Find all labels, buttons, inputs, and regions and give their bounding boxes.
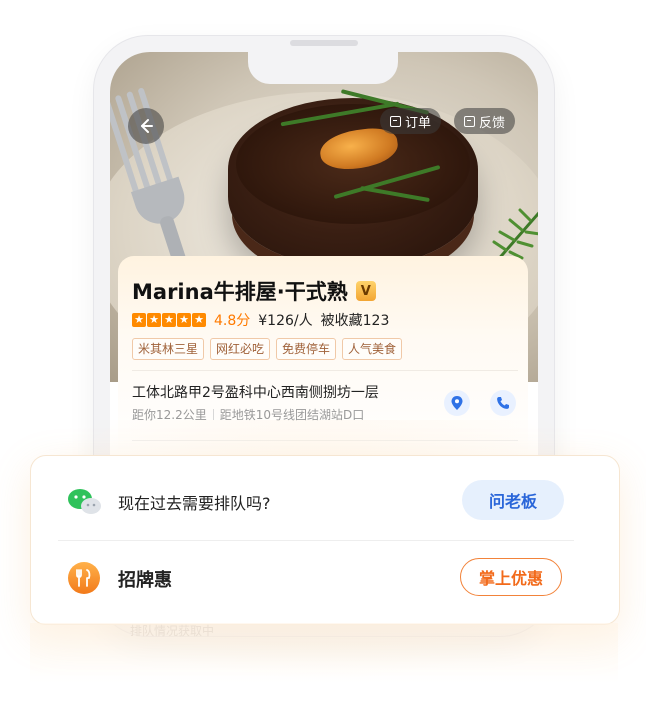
ghost-text: 排队情况获取中 <box>130 624 215 638</box>
restaurant-name: Marina牛排屋·干式熟 <box>132 280 348 304</box>
star-icon: ★ <box>147 313 161 327</box>
bottom-fade <box>30 623 618 683</box>
star-icon: ★ <box>177 313 191 327</box>
mobile-offer-button[interactable]: 掌上优惠 <box>460 558 562 596</box>
tag: 人气美食 <box>342 338 403 360</box>
order-button[interactable]: 订单 <box>380 108 442 134</box>
restaurant-title: Marina牛排屋·干式熟 V <box>132 276 376 306</box>
feedback-button[interactable]: 反馈 <box>454 108 516 134</box>
queue-question: 现在过去需要排队吗? <box>118 494 271 513</box>
rating-stars: ★ ★ ★ ★ ★ <box>132 313 206 327</box>
tag-list: 米其林三星 网红必吃 免费停车 人气美食 <box>132 338 403 360</box>
phone-notch <box>248 52 398 84</box>
star-icon: ★ <box>132 313 146 327</box>
wechat-icon <box>68 489 101 514</box>
rating-score: 4.8分 <box>214 313 251 329</box>
divider <box>132 370 518 371</box>
favorites-count: 被收藏123 <box>320 313 390 329</box>
tag: 米其林三星 <box>132 338 205 360</box>
back-arrow-icon <box>141 119 153 133</box>
fork-knife-icon <box>68 562 100 594</box>
separator <box>212 409 214 420</box>
order-icon <box>390 115 401 127</box>
phone-speaker <box>290 40 358 46</box>
navigate-button[interactable] <box>444 390 470 416</box>
rating-row: ★ ★ ★ ★ ★ 4.8分 ¥126/人 被收藏123 <box>132 310 389 330</box>
star-icon: ★ <box>162 313 176 327</box>
feedback-icon <box>464 115 475 127</box>
price-per-person: ¥126/人 <box>258 313 313 329</box>
address-text[interactable]: 工体北路甲2号盈科中心西南侧捌坊一层 <box>132 382 379 402</box>
signature-deal-label: 招牌惠 <box>118 570 172 591</box>
phone-icon <box>497 397 509 409</box>
divider <box>58 540 574 541</box>
location-pin-icon <box>451 396 463 410</box>
call-button[interactable] <box>490 390 516 416</box>
verified-badge: V <box>355 281 376 301</box>
ask-boss-button[interactable]: 问老板 <box>462 480 564 520</box>
tag: 免费停车 <box>276 338 337 360</box>
feedback-label: 反馈 <box>479 115 506 131</box>
order-label: 订单 <box>405 115 432 131</box>
tag: 网红必吃 <box>210 338 271 360</box>
star-icon: ★ <box>192 313 206 327</box>
back-button[interactable] <box>128 108 164 144</box>
